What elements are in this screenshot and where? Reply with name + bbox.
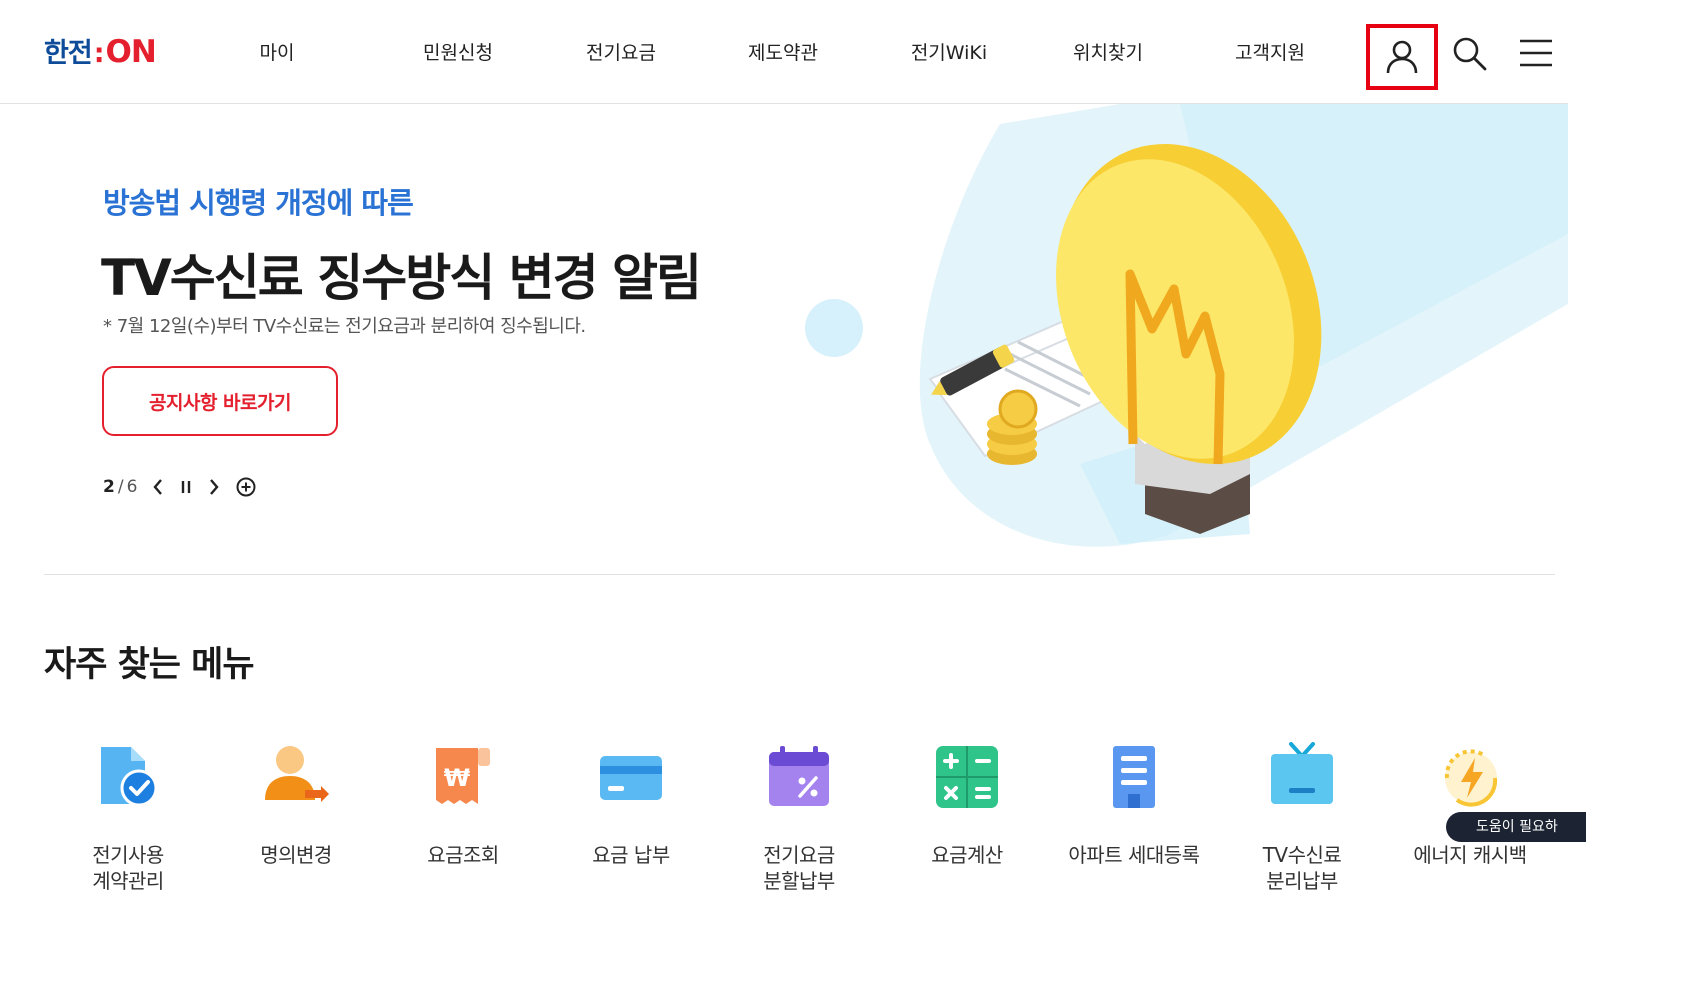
document-check-icon [101,747,158,807]
lightbulb-illustration [805,104,1568,547]
pause-icon [182,481,191,493]
pager-separator: / [117,477,124,497]
user-button[interactable] [1366,24,1438,90]
quick-item-label: 요금 납부 [592,843,670,867]
quick-item-bill-payment[interactable]: 요금 납부 [551,742,711,868]
pager-total: 6 [126,477,138,497]
logo-colon: : [93,38,105,69]
hero-note: * 7월 12일(수)부터 TV수신료는 전기요금과 분리하여 징수됩니다. [103,316,586,337]
nav-item-locations[interactable]: 위치찾기 [1073,38,1143,65]
hero-pager: 2 / 6 [103,474,257,500]
logo-korean-text: 한전 [44,38,93,69]
quick-item-label: 요금계산 [931,843,1003,867]
pause-slide-button[interactable] [179,477,193,497]
quick-item-label: 요금조회 [427,843,499,867]
won-receipt-icon: ₩ [436,748,490,804]
next-slide-button[interactable] [207,477,221,497]
hero-subtitle: 방송법 시행령 개정에 따른 [103,186,414,220]
hamburger-menu-icon [1520,39,1552,67]
quick-item-apartment-registration[interactable]: 아파트 세대등록 [1054,742,1214,868]
quick-item-tv-fee-separation[interactable]: TV수신료 분리납부 [1222,742,1382,894]
credit-card-icon [600,756,662,800]
quick-item-label: 전기요금 분할납부 [763,843,835,893]
chevron-left-icon [153,479,163,495]
nav-item-my[interactable]: 마이 [260,38,295,65]
prev-slide-button[interactable] [151,477,165,497]
section-divider [44,574,1555,575]
logo-on-text: ON [105,34,157,70]
search-icon [1453,37,1487,71]
help-chat-badge[interactable]: 도움이 필요하 [1446,812,1586,842]
quick-item-label: 명의변경 [260,843,332,867]
person-transfer-icon [265,746,329,802]
energy-cashback-icon [1444,749,1498,807]
quick-item-energy-cashback[interactable]: 에너지 캐시백 [1390,742,1550,868]
search-button[interactable] [1450,34,1488,72]
user-icon [1386,40,1418,74]
nav-item-electricity-bill[interactable]: 전기요금 [586,38,656,65]
svg-text:₩: ₩ [444,764,471,792]
nav-item-policies[interactable]: 제도약관 [748,38,818,65]
pager-current: 2 [103,477,115,497]
quick-item-bill-inquiry[interactable]: ₩ 요금조회 [383,742,543,868]
nav-item-customer-support[interactable]: 고객지원 [1235,38,1305,65]
site-header: 한전:ON 마이 민원신청 전기요금 제도약관 전기WiKi 위치찾기 고객지원 [0,0,1568,104]
kepco-on-logo[interactable]: 한전:ON [44,32,157,72]
nav-item-civil-request[interactable]: 민원신청 [423,38,493,65]
quick-item-bill-calculator[interactable]: 요금계산 [887,742,1047,868]
quick-item-contract-management[interactable]: 전기사용 계약관리 [48,742,208,894]
quick-item-installment-payment[interactable]: 전기요금 분할납부 [719,742,879,894]
nav-item-wiki[interactable]: 전기WiKi [911,38,987,65]
quick-item-name-change[interactable]: 명의변경 [216,742,376,868]
notice-shortcut-button[interactable]: 공지사항 바로가기 [102,366,338,436]
quick-item-label: 전기사용 계약관리 [92,843,164,893]
view-all-slides-button[interactable] [235,476,257,498]
quick-menu-title: 자주 찾는 메뉴 [44,645,255,685]
chevron-right-icon [210,479,219,495]
plus-circle-icon [236,477,256,497]
hero-title: TV수신료 징수방식 변경 알림 [101,249,702,307]
tv-icon [1271,742,1333,804]
apartment-icon [1113,746,1155,808]
calculator-icon [936,746,998,808]
quick-item-label: 에너지 캐시백 [1413,843,1527,867]
hamburger-menu-button[interactable] [1516,34,1556,72]
quick-item-label: 아파트 세대등록 [1068,843,1200,867]
calendar-percent-icon [769,746,829,806]
quick-item-label: TV수신료 분리납부 [1262,843,1342,893]
